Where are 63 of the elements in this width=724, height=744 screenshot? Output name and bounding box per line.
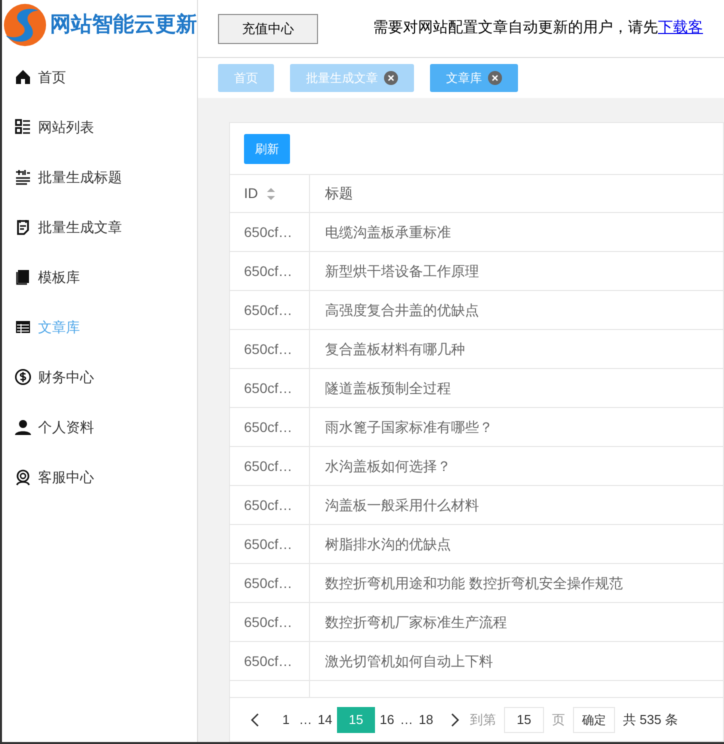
sidebar-item[interactable]: 客服中心 xyxy=(2,452,197,502)
table-cell-text: 隧道盖板预制全过程 xyxy=(324,378,452,398)
table-cell: 650cf… xyxy=(230,369,310,407)
next-page-icon[interactable] xyxy=(450,712,460,726)
user-icon xyxy=(14,418,32,436)
column-header[interactable]: ID xyxy=(230,175,310,212)
page-link[interactable]: 14 xyxy=(313,706,337,732)
sidebar-item[interactable]: 财务中心 xyxy=(2,352,197,402)
previous-page-icon[interactable] xyxy=(250,712,260,726)
table-cell: 650cf… xyxy=(230,642,310,680)
table-cell: 650cf… xyxy=(230,564,310,602)
table-cell: 650cf… xyxy=(230,525,310,563)
page-link[interactable]: 18 xyxy=(414,706,438,732)
table-cell-text: 沟盖板一般采用什么材料 xyxy=(324,496,480,514)
sidebar-item[interactable]: 个人资料 xyxy=(2,402,197,452)
notice-text: 需要对网站配置文章自动更新的用户，请先下载客 xyxy=(373,18,703,38)
sidebar-item[interactable]: 首页 xyxy=(2,52,197,102)
home-icon xyxy=(14,68,32,86)
lines-icon xyxy=(14,168,32,186)
table-cell-text: 激光切管机如何自动上下料 xyxy=(324,652,494,670)
sidebar-item[interactable]: 网站列表 xyxy=(2,102,197,152)
ellipsis: … xyxy=(298,710,313,729)
table-cell: 650cf… xyxy=(230,291,310,329)
headset-icon xyxy=(14,468,32,486)
dollar-coin-icon xyxy=(14,368,32,386)
table-cell: 650cf… xyxy=(230,330,310,368)
table-cell-text: 数控折弯机厂家标准生产流程 xyxy=(324,612,508,632)
close-icon[interactable] xyxy=(384,71,398,85)
table-cell: 650cf… xyxy=(230,447,310,485)
ellipsis: … xyxy=(399,710,414,729)
table-cell-text: 水沟盖板如何选择？ xyxy=(324,456,452,476)
table-cell-text: 数控折弯机用途和功能 数控折弯机安全操作规范 xyxy=(324,574,624,592)
table-cell: 650cf… xyxy=(230,408,310,446)
sidebar-item[interactable]: 批量生成文章 xyxy=(2,202,197,252)
recharge-button[interactable]: 充值中心 xyxy=(218,14,318,44)
sidebar-item[interactable]: 模板库 xyxy=(2,252,197,302)
list-icon xyxy=(14,118,32,136)
confirm-button[interactable]: 确定 xyxy=(573,706,615,732)
table-cell: 650cf… xyxy=(230,213,310,251)
table-cell-text: 复合盖板材料有哪几种 xyxy=(324,340,466,358)
total-count: 共 535 条 xyxy=(623,710,678,729)
close-icon[interactable] xyxy=(488,71,502,85)
table-cell-text: 新型烘干塔设备工作原理 xyxy=(324,262,480,280)
table-cell-text: 雨水篦子国家标准有哪些？ xyxy=(324,418,494,436)
download-link[interactable]: 下载客 xyxy=(658,19,703,36)
table-icon xyxy=(14,318,32,336)
sidebar-item[interactable]: 批量生成标题 xyxy=(2,152,197,202)
page-unit-label: 页 xyxy=(552,710,565,729)
page-input[interactable]: 15 xyxy=(504,706,544,732)
document-icon xyxy=(14,218,32,236)
column-header: 标题 xyxy=(324,184,354,203)
table-cell-text: 树脂排水沟的优缺点 xyxy=(324,534,452,554)
logo-icon xyxy=(2,2,48,48)
table-cell: 650cf… xyxy=(230,486,310,524)
table-cell-text: 电缆沟盖板承重标准 xyxy=(324,222,452,242)
table-cell: 650cf… xyxy=(230,252,310,290)
table-cell: 650cf… xyxy=(230,603,310,641)
goto-label: 到第 xyxy=(470,710,496,729)
table-cell-text: 高强度复合井盖的优缺点 xyxy=(324,300,480,320)
page-link[interactable]: 1 xyxy=(274,706,298,732)
logo-text: 网站智能云更新 xyxy=(50,12,197,38)
page-link[interactable]: 16 xyxy=(375,706,399,732)
book-icon xyxy=(14,268,32,286)
